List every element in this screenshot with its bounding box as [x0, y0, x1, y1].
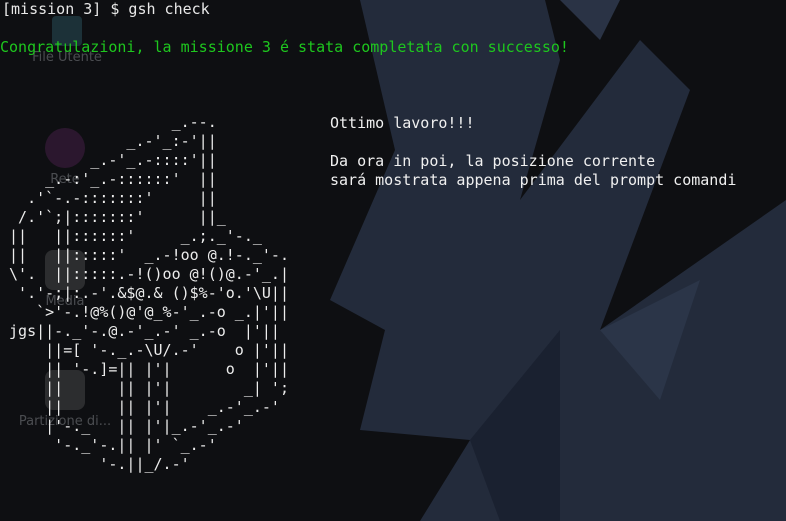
- terminal-message-line: sará mostrata appena prima del prompt co…: [330, 171, 737, 189]
- terminal-prompt-line: [mission 3] $ gsh check: [2, 0, 210, 18]
- terminal-success-message: Congratulazioni, la missione 3 é stata c…: [0, 38, 569, 56]
- terminal-message-line: Da ora in poi, la posizione corrente: [330, 152, 656, 170]
- terminal-window[interactable]: [mission 3] $ gsh check Congratulazioni,…: [0, 0, 786, 521]
- ascii-art-drawing: _.--. _.-'_:-'|| _.-'_.-::::'|| _.-:'_.-…: [9, 113, 289, 473]
- terminal-message-line: Ottimo lavoro!!!: [330, 114, 475, 132]
